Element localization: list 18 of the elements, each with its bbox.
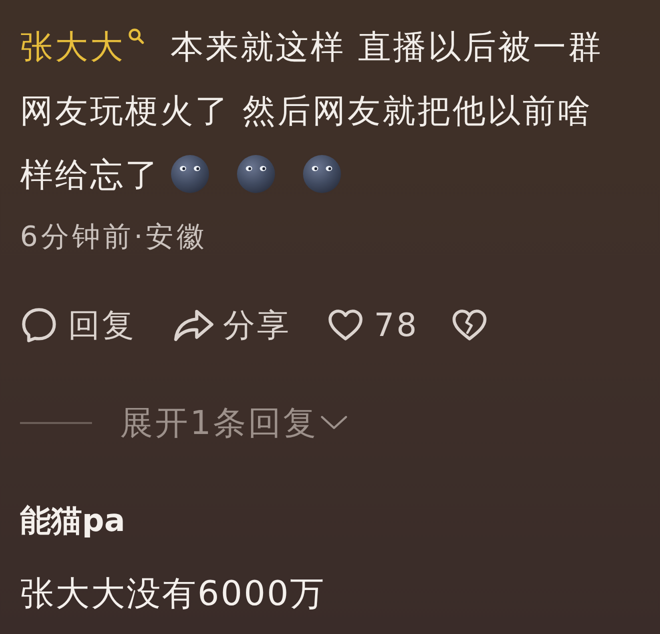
speech-bubble-icon [20, 306, 58, 344]
heart-icon [327, 308, 364, 342]
comment-author[interactable]: 能猫pa [20, 500, 126, 542]
round-face-emoji-icon [170, 154, 210, 194]
expand-replies-button[interactable]: 展开1条回复 [120, 402, 348, 444]
share-button[interactable]: 分享 [172, 304, 291, 346]
comment-text: 张大大 本来就这样 直播以后被一群网友玩梗火了 然后网友就把他以前啥样给忘了 [20, 26, 604, 196]
chevron-down-icon [320, 415, 348, 431]
round-face-emoji-icon [236, 154, 276, 194]
broken-heart-icon [450, 308, 488, 342]
time-location: 6分钟前·安徽 [20, 219, 209, 255]
round-face-emoji-icon [302, 154, 342, 194]
reply-button[interactable]: 回复 [20, 304, 136, 346]
dislike-button[interactable] [450, 308, 488, 342]
like-button[interactable]: 78 [327, 304, 419, 346]
keyword-link[interactable]: 张大大 [20, 27, 144, 66]
search-icon [128, 28, 144, 44]
comment-text: 张大大没有6000万 [20, 573, 326, 616]
